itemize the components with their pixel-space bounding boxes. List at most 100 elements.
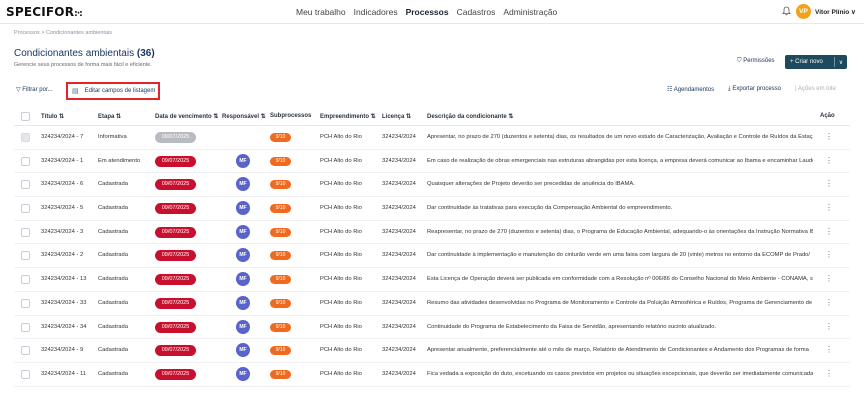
user-menu[interactable]: Vitor Plínio ∨ <box>815 8 856 16</box>
row-license: 324234/2024 <box>382 228 416 235</box>
row-checkbox[interactable] <box>21 251 30 261</box>
row-checkbox[interactable] <box>21 180 30 190</box>
export-button[interactable]: ⤓ Exportar processo <box>728 86 781 93</box>
col-due-date[interactable]: Data de vencimento ⇅ <box>155 113 218 120</box>
kebab-menu-icon[interactable]: ⋮ <box>825 274 833 283</box>
table-row[interactable]: 324234/2024 - 3 Cadastrada 09/07/2025 MF… <box>14 221 850 245</box>
avatar[interactable]: MF <box>236 248 250 263</box>
download-icon: ⤓ <box>728 86 731 92</box>
edit-fields-button[interactable]: ▤ Editar campos de listagem <box>66 82 160 100</box>
table-row[interactable]: 324234/2024 - 6 Cadastrada 09/07/2025 MF… <box>14 173 850 198</box>
row-stage: Cadastrada <box>98 252 128 259</box>
table-row[interactable]: 324234/2024 - 1 Em atendimento 09/07/202… <box>14 150 850 174</box>
create-new-button[interactable]: + Criar novo ∨ <box>785 55 847 69</box>
kebab-menu-icon[interactable]: ⋮ <box>825 179 833 188</box>
table-row[interactable]: 324234/2024 - 33 Cadastrada 09/07/2025 M… <box>14 292 850 316</box>
breadcrumb[interactable]: Processos > Condicionantes ambientais <box>14 30 112 36</box>
batch-actions-button[interactable]: | Ações em lote <box>795 86 836 92</box>
col-project[interactable]: Empreendimento ⇅ <box>320 113 376 120</box>
row-license: 324234/2024 <box>382 181 416 188</box>
avatar[interactable]: MF <box>236 272 250 287</box>
row-title[interactable]: 324234/2024 - 2 <box>41 252 83 258</box>
schedules-button[interactable]: ☷ Agendamentos <box>667 86 714 93</box>
row-title[interactable]: 324234/2024 - 34 <box>41 324 86 330</box>
row-description: Apresentar, no prazo de 270 (duzentos e … <box>427 134 813 140</box>
bell-icon[interactable] <box>781 6 791 16</box>
row-checkbox[interactable] <box>21 156 30 166</box>
row-checkbox[interactable] <box>21 204 30 214</box>
table-row[interactable]: 324234/2024 - 11 Cadastrada 09/07/2025 M… <box>14 363 850 387</box>
kebab-menu-icon[interactable]: ⋮ <box>825 322 833 331</box>
avatar[interactable]: MF <box>236 319 250 334</box>
col-description[interactable]: Descrição da condicionante ⇅ <box>427 113 513 120</box>
subprocess-badge: 9/10 <box>270 227 291 237</box>
kebab-menu-icon[interactable]: ⋮ <box>825 203 833 212</box>
row-title[interactable]: 324234/2024 - 11 <box>41 371 86 377</box>
permissions-button[interactable]: ⛉ Permissões <box>737 58 775 65</box>
table-row[interactable]: 324234/2024 - 9 Cadastrada 09/07/2025 MF… <box>14 339 850 363</box>
avatar[interactable]: MF <box>236 153 250 168</box>
row-checkbox <box>21 133 30 142</box>
row-title[interactable]: 324234/2024 - 7 <box>41 134 83 140</box>
row-title[interactable]: 324234/2024 - 3 <box>41 229 83 235</box>
chevron-down-icon[interactable]: ∨ <box>835 59 847 66</box>
row-license: 324234/2024 <box>382 157 416 164</box>
row-checkbox[interactable] <box>21 322 30 332</box>
user-lock-icon: ⛉ <box>737 58 742 64</box>
due-date-badge: 09/07/2025 <box>155 321 196 333</box>
row-checkbox[interactable] <box>21 298 30 308</box>
nav-indicadores[interactable]: Indicadores <box>354 7 398 17</box>
row-title[interactable]: 324234/2024 - 6 <box>41 181 83 187</box>
row-title[interactable]: 324234/2024 - 1 <box>41 158 83 164</box>
kebab-menu-icon[interactable]: ⋮ <box>825 227 833 236</box>
col-responsible[interactable]: Responsável ⇅ <box>222 113 266 120</box>
kebab-menu-icon[interactable]: ⋮ <box>825 250 833 259</box>
nav-administracao[interactable]: Administração <box>503 7 557 17</box>
avatar[interactable]: MF <box>236 366 250 381</box>
user-avatar[interactable]: VP <box>796 4 811 19</box>
nav-processos[interactable]: Processos <box>406 7 449 17</box>
nav-cadastros[interactable]: Cadastros <box>457 7 496 17</box>
logo[interactable]: SPECIFOR:·: <box>6 5 83 19</box>
due-date-badge: 09/07/2025 <box>155 155 196 167</box>
avatar[interactable]: MF <box>236 224 250 239</box>
conditions-table: Título ⇅ Etapa ⇅ Data de vencimento ⇅ Re… <box>14 106 850 387</box>
avatar[interactable]: MF <box>236 177 250 192</box>
kebab-menu-icon[interactable]: ⋮ <box>825 369 833 378</box>
row-checkbox[interactable] <box>21 227 30 237</box>
table-row[interactable]: 324234/2024 - 7 Informativa 09/07/2025 9… <box>14 126 850 150</box>
filter-button[interactable]: ▽ Filtrar por... <box>16 86 53 93</box>
avatar[interactable]: MF <box>236 343 250 358</box>
kebab-menu-icon[interactable]: ⋮ <box>825 156 833 165</box>
table-row[interactable]: 324234/2024 - 34 Cadastrada 09/07/2025 M… <box>14 316 850 340</box>
row-title[interactable]: 324234/2024 - 13 <box>41 276 86 282</box>
kebab-menu-icon[interactable]: ⋮ <box>825 298 833 307</box>
row-license: 324234/2024 <box>382 323 416 330</box>
table-row[interactable]: 324234/2024 - 2 Cadastrada 09/07/2025 MF… <box>14 244 850 269</box>
row-title[interactable]: 324234/2024 - 33 <box>41 300 86 306</box>
row-checkbox[interactable] <box>21 369 30 379</box>
nav-meu-trabalho[interactable]: Meu trabalho <box>296 7 346 17</box>
row-stage: Cadastrada <box>98 323 128 330</box>
col-license[interactable]: Licença ⇅ <box>382 113 411 120</box>
kebab-menu-icon[interactable]: ⋮ <box>825 345 833 354</box>
subprocess-badge: 9/10 <box>270 180 291 190</box>
subprocess-badge: 9/10 <box>270 275 291 285</box>
avatar[interactable]: MF <box>236 295 250 310</box>
row-title[interactable]: 324234/2024 - 5 <box>41 205 83 211</box>
select-all-checkbox[interactable] <box>21 112 30 121</box>
col-subprocesses: Subprocessos <box>270 113 312 119</box>
row-license: 324234/2024 <box>382 299 416 306</box>
col-stage[interactable]: Etapa ⇅ <box>98 113 121 120</box>
kebab-menu-icon[interactable]: ⋮ <box>825 132 833 141</box>
logo-mark: :·: <box>74 9 83 19</box>
subprocess-badge: 9/10 <box>270 298 291 308</box>
avatar[interactable]: MF <box>236 201 250 216</box>
col-title[interactable]: Título ⇅ <box>41 113 64 120</box>
table-row[interactable]: 324234/2024 - 13 Cadastrada 09/07/2025 M… <box>14 268 850 292</box>
row-title[interactable]: 324234/2024 - 9 <box>41 347 83 353</box>
row-checkbox[interactable] <box>21 346 30 356</box>
table-row[interactable]: 324234/2024 - 5 Cadastrada 09/07/2025 MF… <box>14 197 850 221</box>
row-checkbox[interactable] <box>21 275 30 285</box>
row-description: Dar continuidade às tratativas para exec… <box>427 205 673 212</box>
